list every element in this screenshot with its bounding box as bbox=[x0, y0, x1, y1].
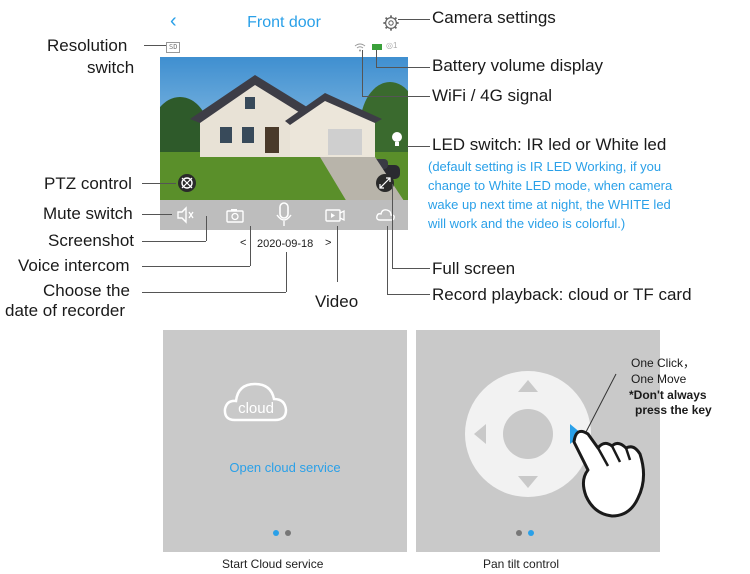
direction-pad[interactable] bbox=[416, 330, 660, 552]
label-choose-2: date of recorder bbox=[5, 301, 126, 320]
warning-line-1: *Don't always bbox=[629, 388, 707, 402]
leader-line bbox=[142, 214, 172, 215]
leader-line bbox=[362, 50, 363, 96]
leader-line bbox=[142, 266, 250, 267]
cloud-icon-label: cloud bbox=[238, 400, 274, 417]
ptz-control-button[interactable] bbox=[178, 174, 196, 192]
status-row: SD ◎1 bbox=[160, 40, 408, 56]
label-choose-1: Choose the bbox=[43, 281, 130, 300]
label-camera-settings: Camera settings bbox=[432, 8, 556, 27]
date-next-button[interactable]: > bbox=[325, 237, 331, 249]
date-selector: < 2020-09-18 > bbox=[160, 234, 408, 256]
cloud-icon[interactable] bbox=[374, 204, 398, 226]
leader-line bbox=[362, 96, 430, 97]
note-line-2: One Move bbox=[631, 372, 687, 386]
label-led-note-1: (default setting is IR LED Working, if y… bbox=[428, 159, 662, 174]
label-led-note-4: will work and the video is colorful.) bbox=[428, 216, 626, 231]
leader-line bbox=[398, 19, 430, 20]
live-video-view[interactable] bbox=[160, 57, 408, 207]
resolution-switch[interactable]: SD bbox=[166, 42, 181, 53]
warning-line-2: press the key bbox=[635, 403, 712, 417]
page-indicator-active bbox=[528, 530, 534, 536]
label-battery: Battery volume display bbox=[432, 56, 604, 75]
press-warning: *Don't always press the key bbox=[629, 388, 712, 418]
note-line-1: One Click， bbox=[631, 356, 696, 370]
label-resolution-2: switch bbox=[87, 58, 135, 77]
page-indicator-active bbox=[273, 530, 279, 536]
open-cloud-link[interactable]: Open cloud service bbox=[163, 460, 407, 475]
label-video: Video bbox=[315, 292, 359, 311]
page-indicator bbox=[285, 530, 291, 536]
label-led-switch: LED switch: IR led or White led bbox=[432, 135, 667, 154]
label-ptz: PTZ control bbox=[44, 174, 132, 193]
leader-line bbox=[387, 226, 388, 294]
leader-line bbox=[376, 67, 430, 68]
battery-level-text: ◎1 bbox=[386, 41, 398, 50]
leader-line bbox=[142, 292, 286, 293]
caption-ptz: Pan tilt control bbox=[483, 557, 560, 571]
leader-line bbox=[337, 226, 338, 282]
leader-line bbox=[144, 45, 166, 46]
leader-line bbox=[142, 183, 176, 184]
label-wifi: WiFi / 4G signal bbox=[432, 86, 552, 105]
camera-icon[interactable] bbox=[224, 204, 246, 226]
control-bar bbox=[160, 200, 408, 230]
leader-line bbox=[286, 252, 287, 292]
microphone-icon[interactable] bbox=[273, 201, 295, 229]
battery-icon bbox=[372, 44, 382, 50]
gear-icon[interactable] bbox=[382, 14, 400, 32]
date-text[interactable]: 2020-09-18 bbox=[257, 238, 313, 250]
label-led-note-3: wake up next time at night, the WHITE le… bbox=[428, 197, 671, 212]
leader-line bbox=[392, 268, 430, 269]
label-voice: Voice intercom bbox=[18, 256, 130, 275]
phone-screen: ‹ Front door SD ◎1 < 2020-09-18 > bbox=[160, 0, 408, 268]
leader-line bbox=[142, 241, 206, 242]
pan-tilt-panel bbox=[416, 330, 660, 552]
leader-line bbox=[250, 226, 251, 266]
leader-line bbox=[206, 216, 207, 241]
leader-line bbox=[376, 50, 377, 67]
label-record: Record playback: cloud or TF card bbox=[432, 285, 692, 304]
video-icon[interactable] bbox=[323, 204, 347, 226]
cloud-service-panel: cloud Open cloud service bbox=[163, 330, 407, 552]
label-full-screen: Full screen bbox=[432, 259, 516, 278]
date-prev-button[interactable]: < bbox=[240, 237, 246, 249]
label-resolution-1: Resolution bbox=[47, 36, 128, 55]
page-indicator bbox=[516, 530, 522, 536]
mute-icon[interactable] bbox=[174, 204, 196, 226]
leader-line bbox=[392, 184, 393, 268]
page-title: Front door bbox=[247, 14, 321, 31]
caption-cloud: Start Cloud service bbox=[222, 557, 324, 571]
label-screenshot: Screenshot bbox=[48, 231, 134, 250]
one-click-note: One Click， One Move bbox=[631, 355, 695, 387]
wifi-icon bbox=[354, 43, 366, 52]
leader-line bbox=[387, 294, 430, 295]
label-mute: Mute switch bbox=[43, 204, 133, 223]
nav-bar: ‹ Front door bbox=[160, 8, 408, 36]
leader-line bbox=[407, 146, 430, 147]
label-led-note-2: change to White LED mode, when camera bbox=[428, 178, 673, 193]
